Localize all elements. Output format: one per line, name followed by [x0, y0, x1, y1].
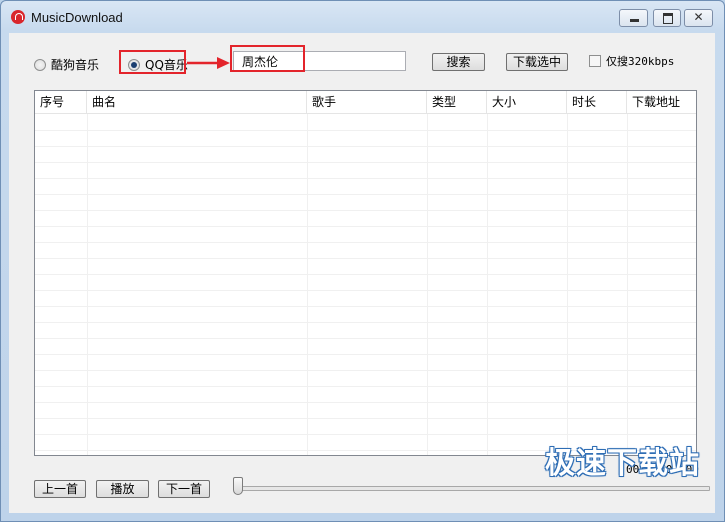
only-320kbps-checkbox[interactable] — [589, 55, 601, 67]
table-row-line — [35, 130, 696, 131]
watermark-logo: 极速下载站 — [545, 446, 700, 481]
column-divider — [567, 114, 568, 455]
close-icon: ✕ — [693, 10, 704, 24]
song-list[interactable]: 序号 曲名 歌手 类型 大小 时长 下载地址 — [34, 90, 697, 456]
table-row-line — [35, 418, 696, 419]
qq-highlight-box — [119, 50, 186, 74]
table-row-line — [35, 242, 696, 243]
table-row-line — [35, 178, 696, 179]
previous-track-button[interactable]: 上一首 — [34, 480, 86, 498]
column-divider — [87, 114, 88, 455]
table-row-line — [35, 146, 696, 147]
column-header-duration[interactable]: 时长 — [567, 91, 627, 113]
progress-slider-track[interactable] — [238, 486, 710, 491]
maximize-button[interactable] — [653, 9, 681, 27]
table-row-line — [35, 354, 696, 355]
song-list-body — [35, 114, 696, 455]
minimize-icon — [630, 19, 639, 22]
kugou-radio[interactable] — [34, 58, 46, 71]
table-row-line — [35, 386, 696, 387]
red-arrow-icon — [187, 57, 230, 69]
column-divider — [427, 114, 428, 455]
table-row-line — [35, 434, 696, 435]
column-header-type[interactable]: 类型 — [427, 91, 487, 113]
table-row-line — [35, 402, 696, 403]
only-320kbps-label: 仅搜320kbps — [606, 55, 675, 68]
next-track-button[interactable]: 下一首 — [158, 480, 210, 498]
table-row-line — [35, 226, 696, 227]
play-button[interactable]: 播放 — [96, 480, 149, 498]
column-header-artist[interactable]: 歌手 — [307, 91, 427, 113]
table-row-line — [35, 322, 696, 323]
search-highlight-box — [230, 45, 305, 72]
table-row-line — [35, 194, 696, 195]
kugou-label: 酷狗音乐 — [51, 58, 100, 72]
progress-slider-thumb[interactable] — [233, 477, 243, 495]
table-row-line — [35, 338, 696, 339]
column-header-download-url[interactable]: 下载地址 — [627, 91, 696, 113]
window-title: MusicDownload — [31, 10, 123, 25]
source-kugou-option[interactable]: 酷狗音乐 — [34, 56, 99, 73]
song-list-header: 序号 曲名 歌手 类型 大小 时长 下载地址 — [35, 91, 696, 114]
table-row-line — [35, 162, 696, 163]
column-header-title[interactable]: 曲名 — [87, 91, 307, 113]
column-divider — [487, 114, 488, 455]
close-button[interactable]: ✕ — [684, 9, 713, 27]
table-row-line — [35, 290, 696, 291]
table-row-line — [35, 306, 696, 307]
table-row-line — [35, 370, 696, 371]
download-selected-button[interactable]: 下载选中 — [506, 53, 568, 71]
column-divider — [307, 114, 308, 455]
maximize-icon — [663, 13, 673, 24]
table-row-line — [35, 274, 696, 275]
minimize-button[interactable] — [619, 9, 648, 27]
table-row-line — [35, 210, 696, 211]
table-row-line — [35, 258, 696, 259]
column-divider — [627, 114, 628, 455]
column-header-size[interactable]: 大小 — [487, 91, 567, 113]
music-app-icon — [11, 10, 25, 24]
title-bar: MusicDownload ✕ — [1, 1, 724, 33]
column-header-index[interactable]: 序号 — [35, 91, 87, 113]
search-button[interactable]: 搜索 — [432, 53, 485, 71]
